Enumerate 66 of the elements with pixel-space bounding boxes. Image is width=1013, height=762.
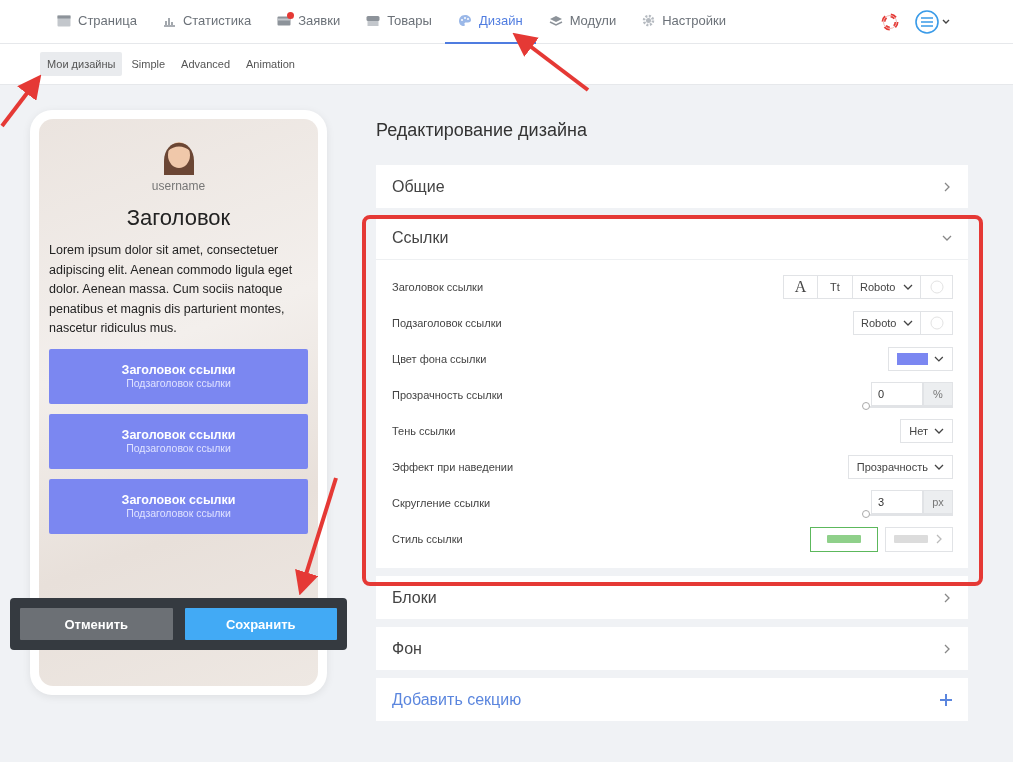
plus-icon <box>940 693 952 706</box>
preview-heading: Заголовок <box>126 205 231 231</box>
slider-thumb[interactable] <box>862 510 870 518</box>
dropdown[interactable]: Нет <box>900 419 953 443</box>
tray-icon <box>366 14 381 27</box>
setting-label: Скругление ссылки <box>392 497 491 509</box>
text-style-button[interactable]: A <box>783 275 818 299</box>
nav-tab[interactable]: Страница <box>44 0 150 44</box>
text-case-button[interactable]: Tt <box>818 275 853 299</box>
add-section-button[interactable]: Добавить секцию <box>376 678 968 721</box>
preview-paragraph: Lorem ipsum dolor sit amet, consectetuer adipiscing elit. Aenean commodo ligula eget dolor. Aenean massa. Cum sociis natoque penatibus et magnis dis parturient montes, nascetur ridiculus mus. <box>49 242 294 337</box>
chevron-down-icon <box>903 282 913 292</box>
style-option[interactable] <box>810 526 878 552</box>
color-picker[interactable] <box>921 275 953 299</box>
setting-label: Цвет фона ссылки <box>392 353 487 365</box>
style-bar-icon <box>894 535 928 543</box>
nav-tab[interactable]: Статистика <box>149 0 265 44</box>
font-select[interactable]: Roboto <box>853 275 921 299</box>
chevron-down-icon <box>903 318 913 328</box>
nav-tab[interactable]: Настройки <box>629 0 739 44</box>
subnav-tab[interactable]: Simple <box>124 52 173 76</box>
color-select[interactable] <box>888 347 953 371</box>
section-header[interactable]: Общие <box>376 165 968 208</box>
annotation-arrow <box>0 74 42 128</box>
subnav-tab[interactable]: Мои дизайны <box>40 52 123 76</box>
chevron-down-icon <box>934 426 944 436</box>
setting-label: Прозрачность ссылки <box>392 389 503 401</box>
number-input[interactable]: 3 <box>871 490 923 514</box>
nav-tab[interactable]: Модули <box>535 0 630 44</box>
chevron-down-icon <box>934 462 944 472</box>
chevron-right-icon <box>942 592 952 603</box>
section-header[interactable]: Фон <box>376 627 968 670</box>
menu-icon[interactable] <box>915 9 951 34</box>
color-swatch-icon <box>897 353 929 365</box>
subnav-tab[interactable]: Advanced <box>174 52 238 76</box>
dropdown[interactable]: Прозрачность <box>847 455 953 479</box>
section-header[interactable]: Ссылки <box>376 216 968 259</box>
setting-label: Эффект при наведении <box>392 461 514 473</box>
setting-label: Стиль ссылки <box>392 533 463 545</box>
chevron-right-icon <box>942 181 952 192</box>
setting-label: Подзаголовок ссылки <box>392 317 502 329</box>
chevron-right-icon <box>934 534 944 544</box>
font-select[interactable]: Roboto <box>853 311 921 335</box>
cancel-button[interactable]: Отменить <box>20 608 173 640</box>
page-icon <box>57 14 71 27</box>
editor-title: Редактирование дизайна <box>376 120 588 141</box>
layers-icon <box>548 14 563 27</box>
setting-label: Заголовок ссылки <box>392 281 484 293</box>
gear-icon <box>642 14 656 27</box>
unit-label: % <box>923 382 953 406</box>
nav-tab[interactable]: Товары <box>353 0 445 44</box>
chevron-down-icon <box>934 354 944 364</box>
number-input[interactable]: 0 <box>871 382 923 406</box>
style-bar-icon <box>827 535 861 543</box>
color-picker[interactable] <box>921 311 953 335</box>
unit-label: px <box>923 490 953 514</box>
setting-label: Тень ссылки <box>392 425 456 437</box>
username-text: username <box>151 179 206 193</box>
section-header[interactable]: Блоки <box>376 576 968 619</box>
subnav-tab[interactable]: Animation <box>239 52 302 76</box>
palette-icon <box>457 14 472 27</box>
card-icon <box>277 15 292 26</box>
nav-tab[interactable]: Заявки <box>264 0 354 44</box>
lifebuoy-icon[interactable] <box>881 12 899 31</box>
slider-thumb[interactable] <box>862 402 870 410</box>
chevron-right-icon <box>942 643 952 654</box>
